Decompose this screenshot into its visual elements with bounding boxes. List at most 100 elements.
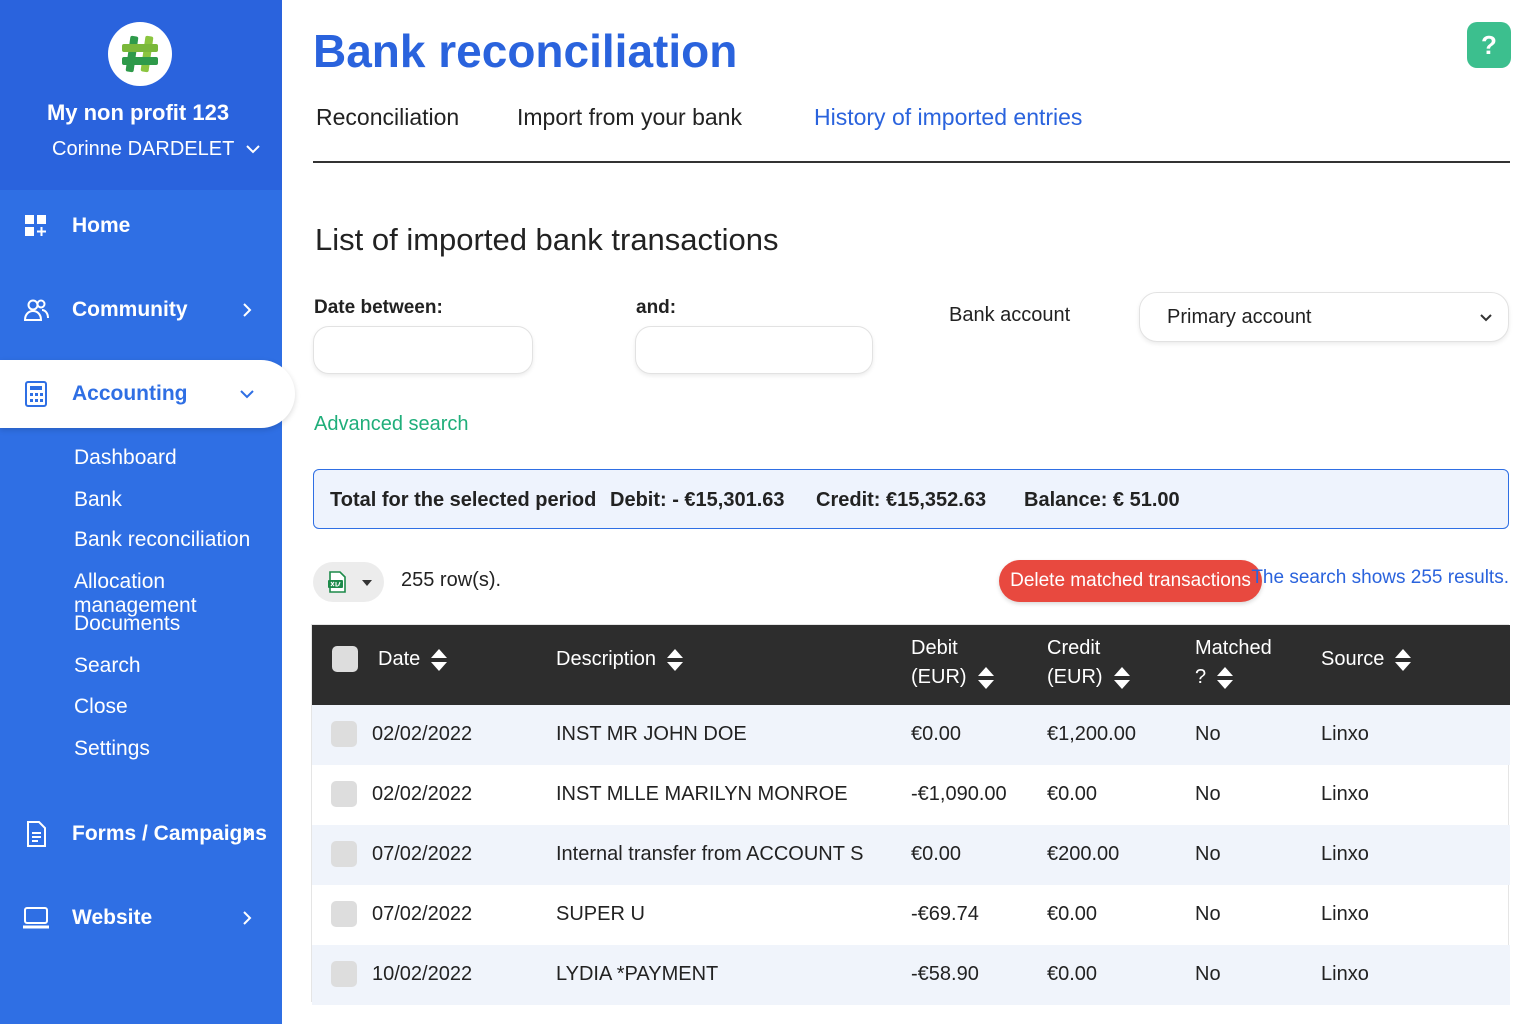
org-header: My non profit 123 Corinne DARDELET [0,0,282,190]
cell-description: INST MR JOHN DOE [556,723,747,745]
tab-history-imported-entries[interactable]: History of imported entries [814,104,1082,131]
cell-credit: €200.00 [1047,843,1120,865]
col-matched[interactable]: Matched ? [1195,634,1272,692]
cell-matched: No [1195,723,1221,745]
date-to-input[interactable] [635,326,873,374]
org-logo [108,22,172,86]
nav-forms-campaigns[interactable]: Forms / Campaigns [0,800,282,868]
cell-source: Linxo [1321,903,1369,925]
chevron-right-icon [243,303,252,317]
sort-icon [1395,648,1412,671]
cell-credit: €1,200.00 [1047,723,1136,745]
cell-source: Linxo [1321,723,1369,745]
cell-credit: €0.00 [1047,783,1098,805]
cell-matched: No [1195,963,1221,985]
chevron-down-icon [1480,314,1492,322]
totals-label: Total for the selected period [330,489,597,511]
sub-item-documents[interactable]: Documents [74,612,180,636]
excel-file-icon [328,571,346,593]
row-checkbox[interactable] [331,781,357,807]
tabs-divider [313,161,1510,163]
monitor-icon [23,907,49,929]
sub-item-dashboard[interactable]: Dashboard [74,446,177,470]
chevron-right-icon [243,827,252,841]
table-header: Date Description Debit (EUR) Credit (EUR… [312,625,1510,705]
users-icon [23,299,49,321]
sort-icon [1217,666,1234,689]
sub-item-settings[interactable]: Settings [74,737,150,761]
totals-debit: Debit: - €15,301.63 [610,489,785,511]
help-button[interactable]: ? [1467,22,1511,68]
row-count: 255 row(s). [401,569,502,591]
tab-import-from-bank[interactable]: Import from your bank [517,104,742,131]
section-title: List of imported bank transactions [315,222,779,257]
calculator-icon [25,381,47,407]
col-date[interactable]: Date [378,645,448,674]
totals-panel: Total for the selected period Debit: - €… [313,469,1509,529]
row-checkbox[interactable] [331,901,357,927]
table-row[interactable]: 02/02/2022 INST MR JOHN DOE €0.00 €1,200… [312,705,1510,765]
dashboard-icon [25,215,46,236]
row-checkbox[interactable] [331,961,357,987]
page-title: Bank reconciliation [313,25,738,77]
bank-account-select[interactable]: Primary account [1139,292,1509,342]
table-row[interactable]: 07/02/2022 SUPER U -€69.74 €0.00 No Linx… [312,885,1510,945]
chevron-right-icon [243,911,252,925]
sort-icon [431,648,448,671]
document-icon [27,821,46,847]
export-excel-button[interactable] [313,562,384,602]
advanced-search-link[interactable]: Advanced search [314,413,469,436]
nav-community[interactable]: Community [0,276,282,344]
nav-accounting-label: Accounting [72,382,188,405]
cell-debit: -€1,090.00 [911,783,1007,805]
caret-down-icon [362,580,372,586]
col-description[interactable]: Description [556,645,684,674]
nav-home-label: Home [72,214,131,237]
cell-date: 02/02/2022 [372,723,473,745]
cell-description: LYDIA *PAYMENT [556,963,719,985]
cell-matched: No [1195,783,1221,805]
cell-date: 07/02/2022 [372,903,473,925]
chevron-down-icon[interactable] [244,140,262,158]
cell-description: SUPER U [556,903,645,925]
cell-matched: No [1195,843,1221,865]
table-row[interactable]: 10/02/2022 LYDIA *PAYMENT -€58.90 €0.00 … [312,945,1510,1005]
delete-matched-button[interactable]: Delete matched transactions [999,560,1262,602]
sort-icon [667,648,684,671]
sort-icon [1113,666,1130,689]
search-results-text: The search shows 255 results. [1251,567,1509,588]
cell-date: 07/02/2022 [372,843,473,865]
table-row[interactable]: 02/02/2022 INST MLLE MARILYN MONROE -€1,… [312,765,1510,825]
date-between-label: Date between: [314,297,443,318]
table-row[interactable]: 07/02/2022 Internal transfer from ACCOUN… [312,825,1510,885]
chevron-down-icon [240,390,254,399]
bank-account-value: Primary account [1167,306,1312,328]
user-name[interactable]: Corinne DARDELET [52,138,234,161]
sub-item-bank[interactable]: Bank [74,488,122,512]
select-all-checkbox[interactable] [332,646,358,672]
cell-debit: €0.00 [911,723,962,745]
sort-icon [977,666,994,689]
cell-source: Linxo [1321,963,1369,985]
date-from-input[interactable] [313,326,533,374]
nav-community-label: Community [72,298,188,321]
col-credit[interactable]: Credit (EUR) [1047,634,1131,692]
nav-accounting[interactable]: Accounting [0,360,295,428]
and-label: and: [636,297,677,318]
cell-credit: €0.00 [1047,903,1098,925]
sub-item-search[interactable]: Search [74,654,141,678]
tab-reconciliation[interactable]: Reconciliation [316,104,459,131]
nav-home[interactable]: Home [0,192,282,260]
col-source[interactable]: Source [1321,645,1412,674]
nav-website[interactable]: Website [0,884,282,952]
row-checkbox[interactable] [331,721,357,747]
totals-credit: Credit: €15,352.63 [816,489,987,511]
totals-balance: Balance: € 51.00 [1024,489,1180,511]
sub-item-close[interactable]: Close [74,695,128,719]
cell-date: 10/02/2022 [372,963,473,985]
row-checkbox[interactable] [331,841,357,867]
col-debit[interactable]: Debit (EUR) [911,634,995,692]
sidebar: My non profit 123 Corinne DARDELET Home … [0,0,295,1024]
sub-item-bank-reconciliation[interactable]: Bank reconciliation [74,528,250,552]
sub-item-allocation-management[interactable]: Allocation management [74,570,282,618]
